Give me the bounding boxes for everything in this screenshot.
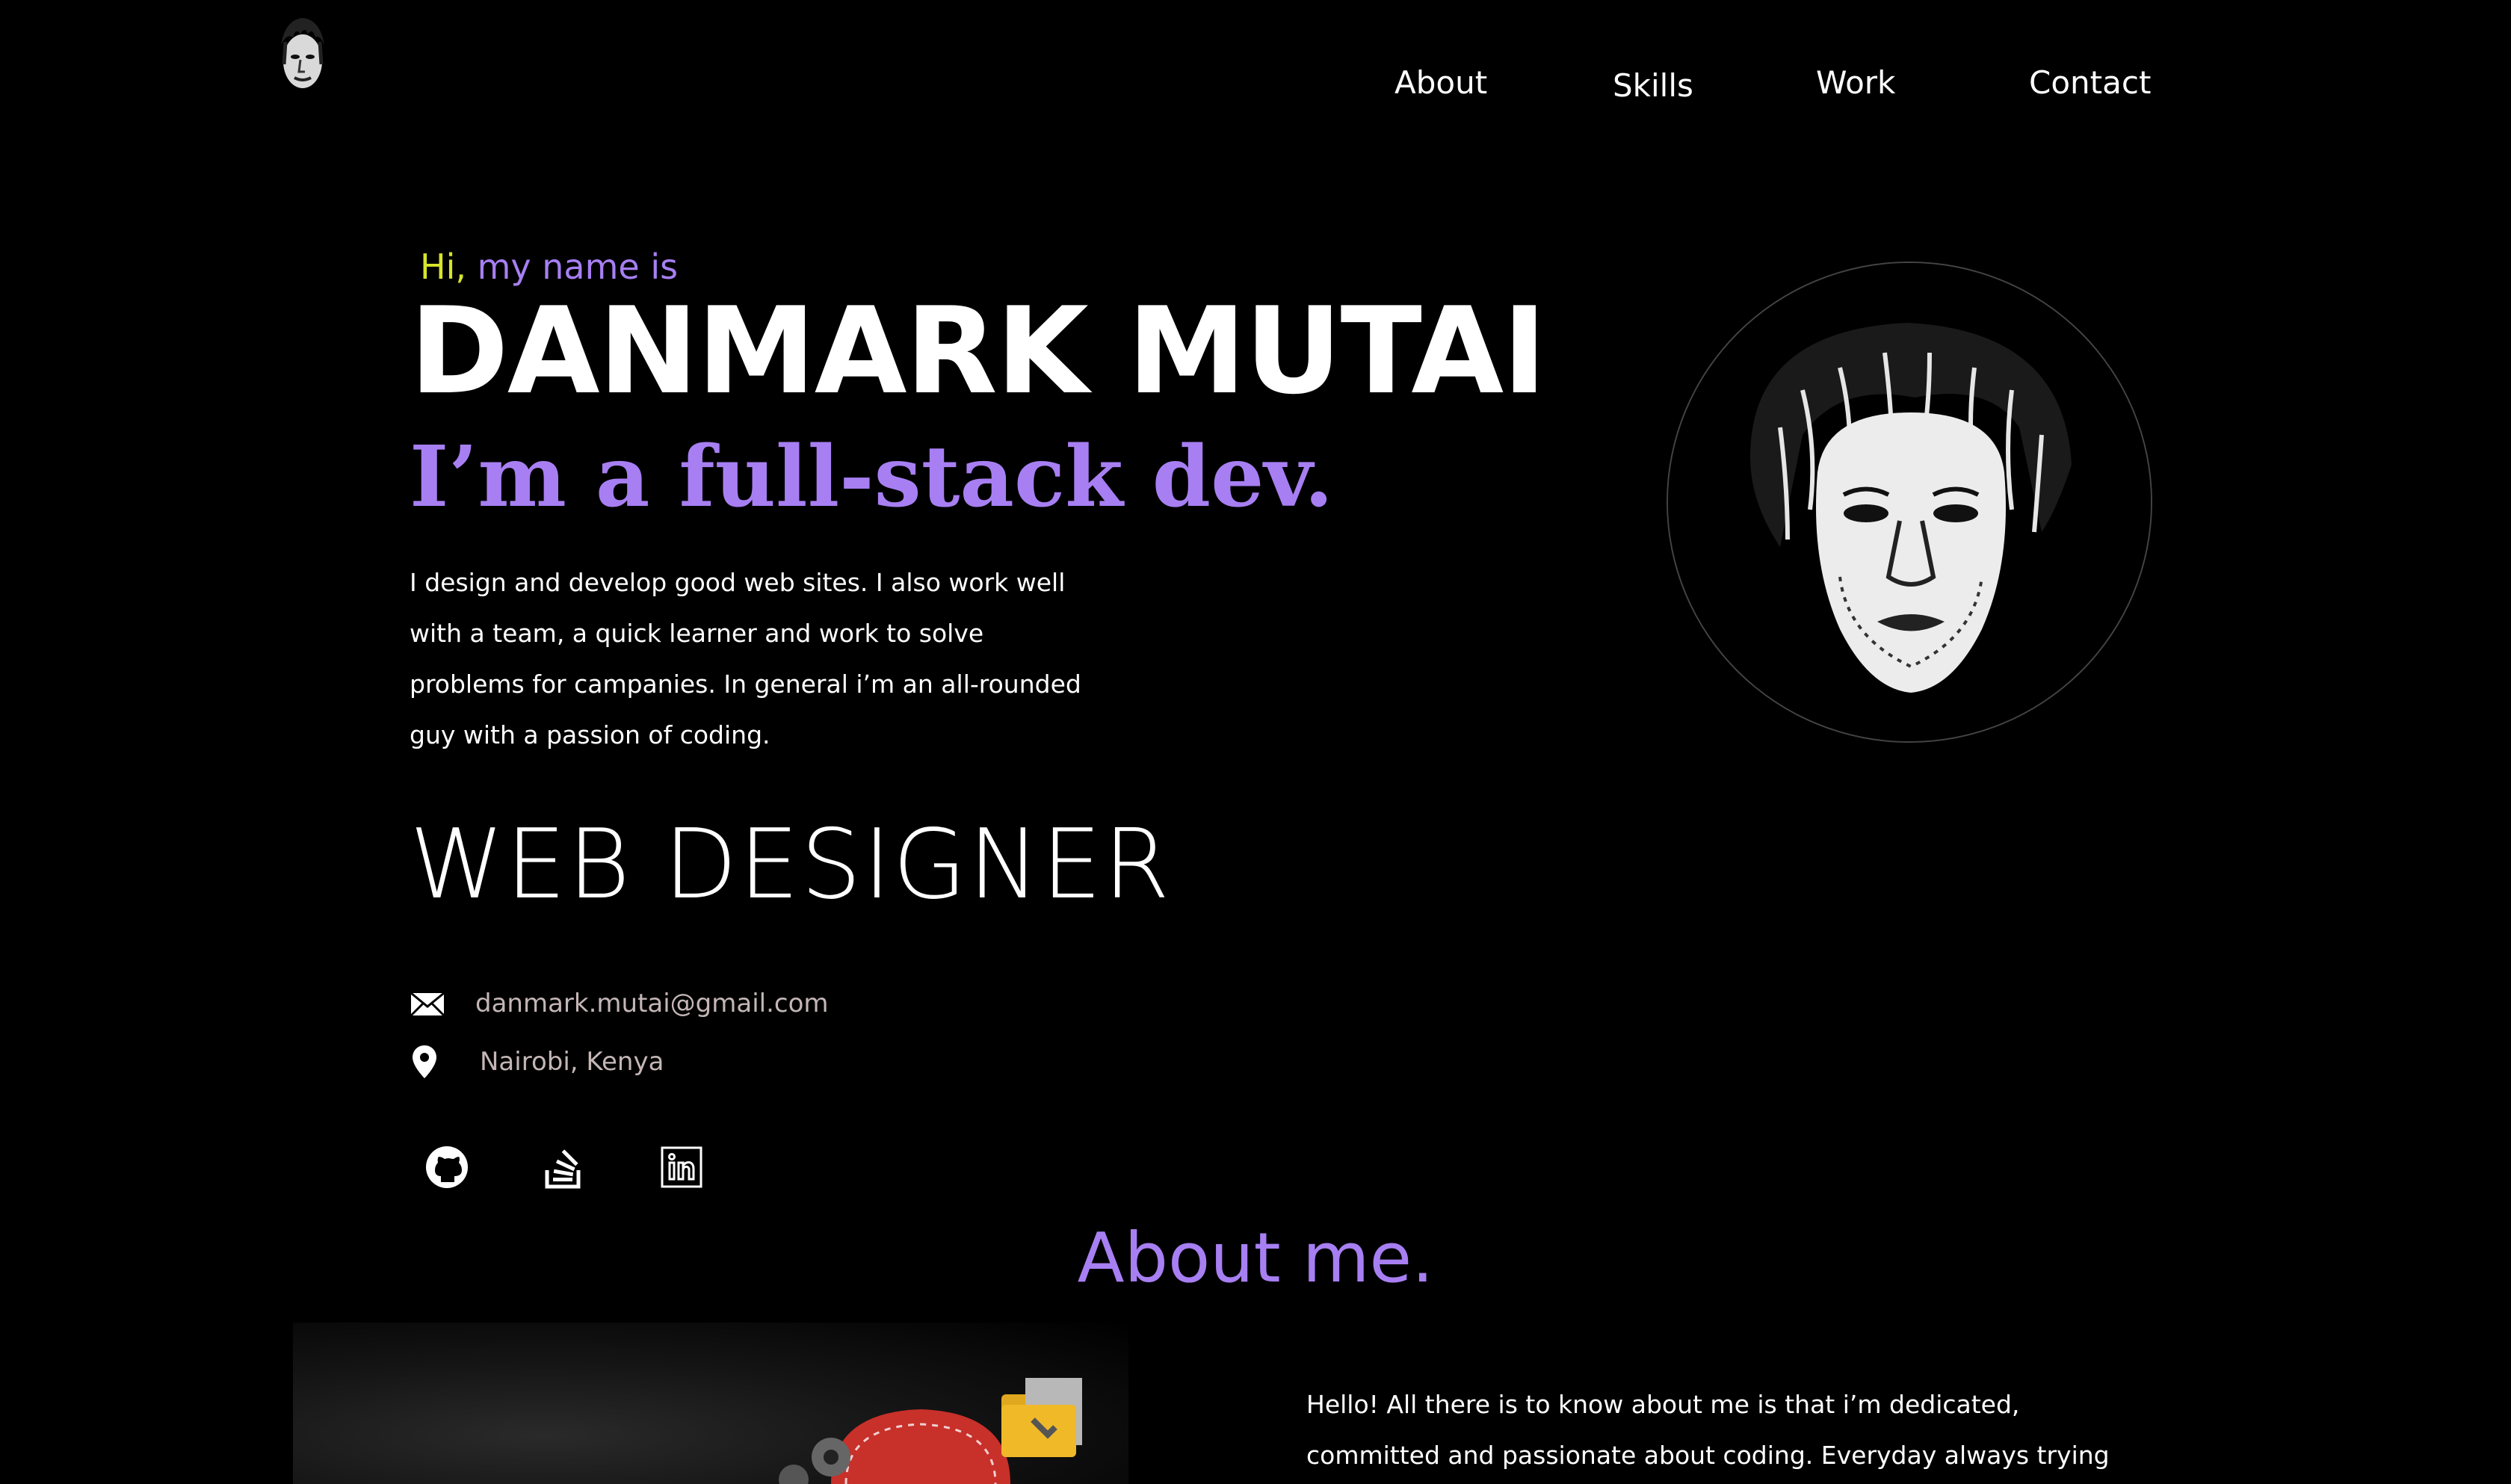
portfolio-page: About Skills Work Contact Hi, my name is… (0, 0, 2511, 1484)
hero-tagline: I’m a full-stack dev. (410, 428, 1334, 526)
nav-link-skills[interactable]: Skills (1613, 67, 1693, 104)
gears-folder-illustration-icon (779, 1378, 1082, 1484)
envelope-icon (410, 992, 445, 1017)
about-section-title: About me. (1077, 1218, 1434, 1298)
contact-location-row: Nairobi, Kenya (410, 1043, 664, 1080)
nav-link-about[interactable]: About (1395, 64, 1487, 101)
portrait-illustration-icon (1668, 263, 2151, 741)
nav-link-work[interactable]: Work (1816, 64, 1895, 101)
contact-email-row: danmark.mutai@gmail.com (410, 985, 829, 1022)
linkedin-icon[interactable] (659, 1145, 704, 1190)
nav-link-contact[interactable]: Contact (2029, 64, 2151, 101)
main-nav: About Skills Work Contact (0, 64, 2511, 109)
hero-role: WEB DESIGNER (410, 809, 1172, 921)
avatar (1667, 262, 2152, 743)
hero-name: DANMARK MUTAI (410, 281, 1547, 421)
contact-location: Nairobi, Kenya (480, 1047, 664, 1077)
about-text: Hello! All there is to know about me is … (1306, 1379, 2128, 1484)
contact-email[interactable]: danmark.mutai@gmail.com (475, 989, 829, 1018)
hero-bio: I design and develop good web sites. I a… (410, 568, 1081, 749)
about-paragraph: Hello! All there is to know about me is … (1306, 1390, 2110, 1470)
stackoverflow-icon[interactable] (541, 1145, 586, 1190)
location-pin-icon (413, 1045, 436, 1078)
github-icon[interactable] (424, 1145, 469, 1190)
about-illustration (293, 1323, 1128, 1484)
